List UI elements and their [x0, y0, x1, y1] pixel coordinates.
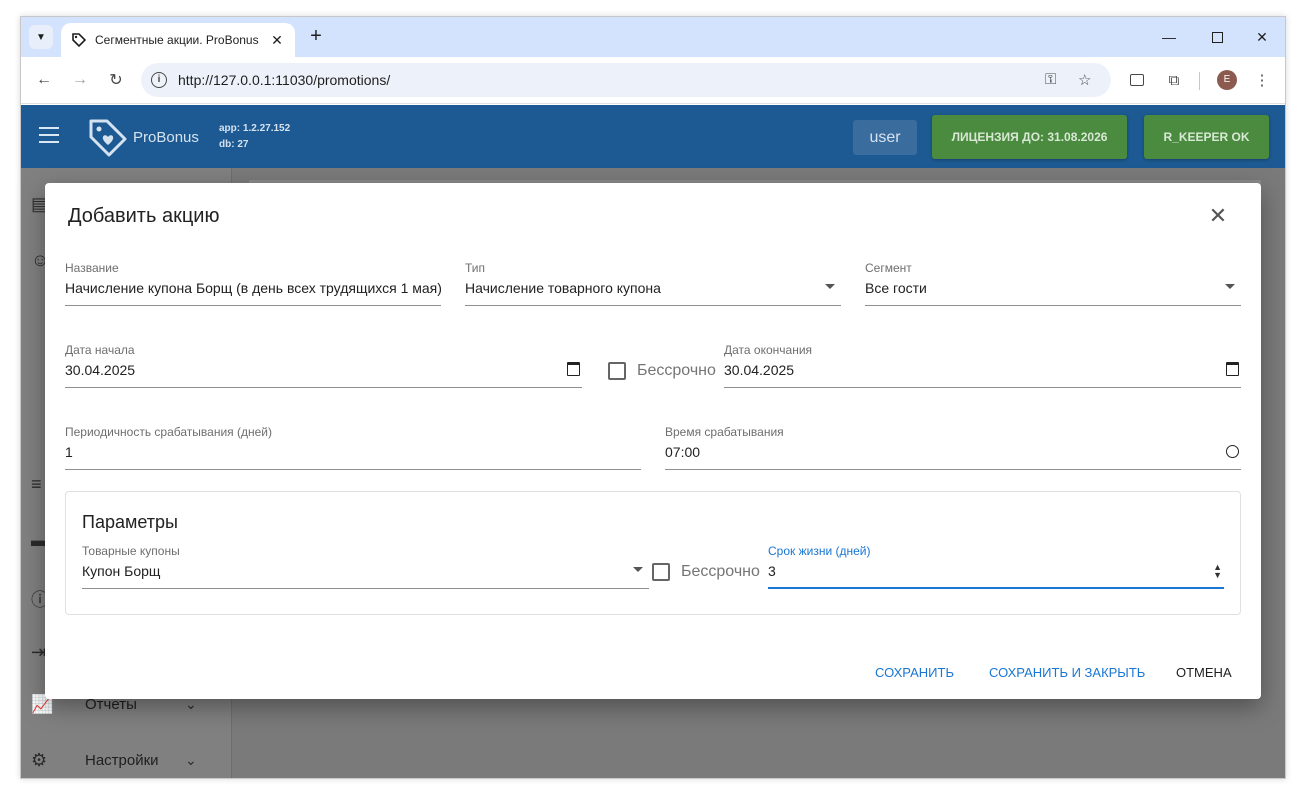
checkbox-box[interactable] [652, 563, 670, 581]
license-button[interactable]: ЛИЦЕНЗИЯ ДО: 31.08.2026 [932, 115, 1127, 159]
address-bar[interactable]: i http://127.0.0.1:11030/promotions/ ⚿ ☆ [141, 63, 1111, 97]
lifetime-value[interactable]: 3 [768, 563, 776, 579]
coupon-unlimited-checkbox[interactable]: Бессрочно [652, 563, 760, 581]
checkbox-box[interactable] [608, 362, 626, 380]
tab-strip: ▼ Сегментные акции. ProBonus ✕ + — ✕ [21, 17, 1285, 57]
tab-close-icon[interactable]: ✕ [269, 32, 285, 49]
reload-icon[interactable]: ↻ [105, 69, 127, 91]
end-date-label: Дата окончания [724, 343, 813, 357]
params-title: Параметры [82, 512, 178, 532]
chevron-down-icon: ⌄ [185, 751, 197, 768]
type-value[interactable]: Начисление товарного купона [465, 280, 661, 296]
name-value[interactable]: Начисление купона Борщ (в день всех труд… [65, 280, 442, 296]
close-icon[interactable]: ✕ [1207, 205, 1229, 227]
save-and-close-button[interactable]: СОХРАНИТЬ И ЗАКРЫТЬ [989, 665, 1145, 680]
segment-label: Сегмент [865, 261, 912, 275]
dropdown-arrow-icon[interactable] [633, 567, 643, 572]
start-date-label: Дата начала [65, 343, 135, 357]
browser-window: ▼ Сегментные акции. ProBonus ✕ + — ✕ ← →… [20, 16, 1286, 779]
type-select[interactable]: Тип Начисление товарного купона [465, 261, 841, 306]
segment-select[interactable]: Сегмент Все гости [865, 261, 1241, 306]
db-version: db: 27 [219, 139, 249, 150]
tab-search-icon[interactable]: ▼ [29, 25, 53, 49]
bookmark-star-icon[interactable]: ☆ [1078, 71, 1091, 89]
minimize-icon[interactable]: — [1159, 27, 1179, 47]
gear-icon: ⚙ [31, 750, 48, 770]
unlimited-checkbox[interactable]: Бессрочно [608, 362, 716, 380]
profile-avatar[interactable]: E [1217, 70, 1237, 90]
close-window-icon[interactable]: ✕ [1252, 27, 1272, 47]
lifetime-input[interactable]: Срок жизни (дней) 3 ▲ ▼ [768, 544, 1224, 589]
end-date-value[interactable]: 30.04.2025 [724, 362, 794, 378]
coupon-unlimited-label: Бессрочно [681, 563, 760, 580]
start-date-field[interactable]: Дата начала 30.04.2025 [65, 343, 582, 388]
dialog-title: Добавить акцию [68, 205, 220, 227]
logo-text: ProBonus [133, 129, 199, 146]
calendar-icon[interactable] [1226, 362, 1239, 376]
url-text[interactable]: http://127.0.0.1:11030/promotions/ [178, 72, 390, 88]
site-info-icon[interactable]: i [151, 72, 167, 88]
start-date-value[interactable]: 30.04.2025 [65, 362, 135, 378]
screenshot-icon[interactable] [1126, 69, 1148, 91]
app-bar: ProBonus app: 1.2.27.152 db: 27 user ЛИЦ… [21, 105, 1285, 168]
tab-title: Сегментные акции. ProBonus [95, 33, 259, 47]
extensions-icon[interactable]: ⧉ [1163, 69, 1185, 91]
cancel-button[interactable]: ОТМЕНА [1176, 665, 1232, 680]
time-field[interactable]: Время срабатывания 07:00 [665, 425, 1241, 470]
add-promotion-dialog: Добавить акцию ✕ Название Начисление куп… [45, 183, 1261, 699]
browser-tab[interactable]: Сегментные акции. ProBonus ✕ [61, 23, 295, 57]
params-card: Параметры Товарные купоны Купон Борщ Бес… [65, 491, 1241, 615]
version-info: app: 1.2.27.152 db: 27 [219, 121, 290, 153]
segment-value[interactable]: Все гости [865, 280, 927, 296]
toolbar-separator [1199, 72, 1200, 90]
sidebar-item-settings[interactable]: ⚙ Настройки ⌄ [21, 738, 226, 778]
coupons-label: Товарные купоны [82, 544, 180, 558]
hamburger-menu-icon[interactable] [39, 127, 59, 143]
time-label: Время срабатывания [665, 425, 784, 439]
new-tab-icon[interactable]: + [305, 26, 327, 48]
dropdown-arrow-icon[interactable] [825, 284, 835, 289]
name-field[interactable]: Название Начисление купона Борщ (в день … [65, 261, 442, 306]
type-label: Тип [465, 261, 486, 275]
rkeeper-status-button[interactable]: R_KEEPER OK [1144, 115, 1269, 159]
unlimited-label: Бессрочно [637, 362, 716, 379]
menu-kebab-icon[interactable]: ⋮ [1251, 69, 1273, 91]
period-label: Периодичность срабатывания (дней) [65, 425, 272, 439]
clock-icon[interactable] [1226, 445, 1239, 458]
sidebar-item-label: Настройки [85, 751, 159, 769]
app-version: app: 1.2.27.152 [219, 123, 291, 134]
name-label: Название [65, 261, 119, 275]
coupons-value[interactable]: Купон Борщ [82, 563, 160, 579]
dropdown-arrow-icon[interactable] [1225, 284, 1235, 289]
save-button[interactable]: СОХРАНИТЬ [875, 665, 954, 680]
lifetime-label: Срок жизни (дней) [768, 544, 871, 558]
coupons-select[interactable]: Товарные купоны Купон Борщ [82, 544, 649, 589]
user-button[interactable]: user [853, 120, 917, 155]
forward-icon[interactable]: → [69, 69, 91, 91]
time-value[interactable]: 07:00 [665, 444, 700, 460]
probonus-logo-icon [89, 119, 127, 157]
maximize-icon[interactable] [1207, 27, 1227, 47]
back-icon[interactable]: ← [33, 69, 55, 91]
period-field[interactable]: Периодичность срабатывания (дней) 1 [65, 425, 641, 470]
number-stepper-icon[interactable]: ▲ ▼ [1213, 563, 1222, 580]
key-icon[interactable]: ⚿ [1045, 71, 1056, 88]
browser-toolbar: ← → ↻ i http://127.0.0.1:11030/promotion… [21, 57, 1285, 104]
tag-favicon-icon [72, 33, 87, 48]
end-date-field[interactable]: Дата окончания 30.04.2025 [724, 343, 1241, 388]
period-value[interactable]: 1 [65, 444, 73, 460]
calendar-icon[interactable] [567, 362, 580, 376]
